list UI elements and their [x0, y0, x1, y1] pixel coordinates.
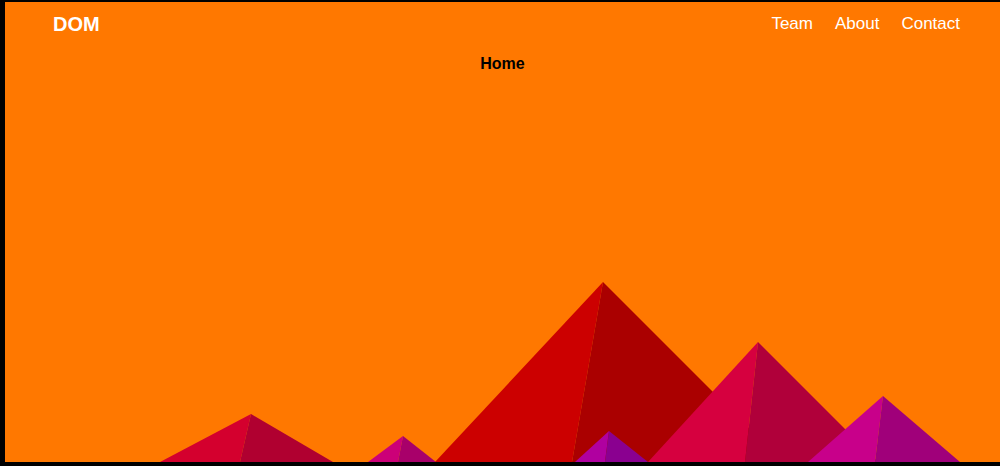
navbar: DOM Team About Contact [5, 2, 1000, 36]
mountain [368, 436, 436, 462]
mountain [160, 414, 333, 462]
mountains-illustration [5, 280, 1000, 462]
hero: DOM Team About Contact Home [5, 2, 1000, 462]
nav-links: Team About Contact [771, 13, 960, 35]
mountain [808, 396, 960, 462]
page-heading: Home [5, 54, 1000, 74]
nav-link[interactable]: About [835, 13, 879, 35]
nav-link[interactable]: Team [771, 13, 813, 35]
nav-link[interactable]: Contact [901, 13, 960, 35]
logo[interactable]: DOM [53, 12, 100, 36]
mountain [435, 282, 783, 462]
mountain [575, 431, 648, 462]
page: DOM Team About Contact Home [0, 0, 1000, 466]
